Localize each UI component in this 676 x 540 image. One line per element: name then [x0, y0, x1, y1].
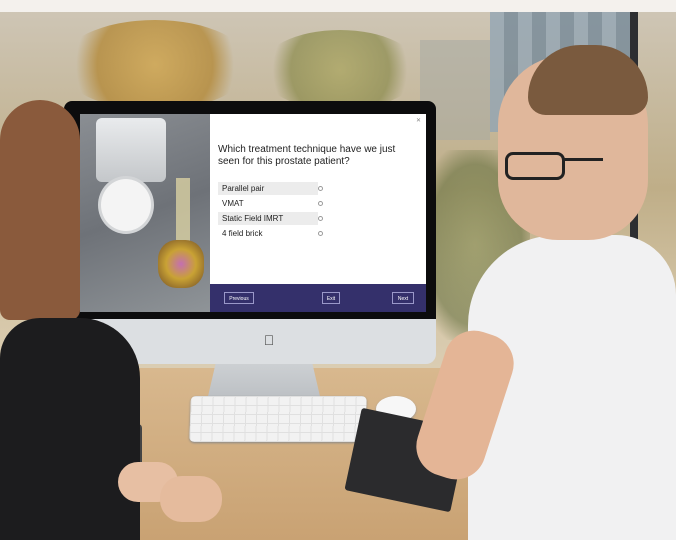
- woman-hand: [160, 476, 222, 522]
- monitor-screen: ✕ Which treatment technique have we just…: [80, 114, 426, 312]
- radio-static-field-imrt[interactable]: [318, 216, 323, 221]
- window-frame: [0, 0, 676, 12]
- previous-button[interactable]: Previous: [224, 292, 254, 304]
- option-vmat[interactable]: VMAT: [218, 197, 318, 210]
- trees: [260, 30, 420, 110]
- gantry-icon: [96, 118, 166, 182]
- beam: [176, 178, 190, 248]
- pelvis-dose-render: [158, 240, 204, 288]
- collimator-icon: [98, 176, 154, 234]
- autumn-trees: [60, 20, 250, 110]
- radio-vmat[interactable]: [318, 201, 323, 206]
- exit-button[interactable]: Exit: [322, 292, 340, 304]
- linac-render: [80, 114, 210, 312]
- radio-4-field-brick[interactable]: [318, 231, 323, 236]
- keyboard: [189, 396, 367, 442]
- woman-hair: [0, 100, 80, 320]
- option-label: VMAT: [222, 199, 244, 208]
- glasses-arm: [563, 158, 603, 161]
- woman-body: [0, 318, 140, 540]
- option-4-field-brick[interactable]: 4 field brick: [218, 227, 318, 240]
- close-icon[interactable]: ✕: [416, 117, 421, 124]
- option-parallel-pair[interactable]: Parallel pair: [218, 182, 318, 195]
- quiz-navbar: Previous Exit Next: [210, 284, 426, 312]
- apple-logo-icon: : [262, 332, 276, 348]
- option-label: Parallel pair: [222, 184, 265, 193]
- option-label: 4 field brick: [222, 229, 263, 238]
- next-button[interactable]: Next: [392, 292, 414, 304]
- option-label: Static Field IMRT: [222, 214, 284, 223]
- option-static-field-imrt[interactable]: Static Field IMRT: [218, 212, 318, 225]
- radio-parallel-pair[interactable]: [318, 186, 323, 191]
- quiz-question: Which treatment technique have we just s…: [218, 144, 396, 167]
- quiz-panel: ✕ Which treatment technique have we just…: [210, 114, 426, 312]
- glasses-icon: [505, 152, 565, 180]
